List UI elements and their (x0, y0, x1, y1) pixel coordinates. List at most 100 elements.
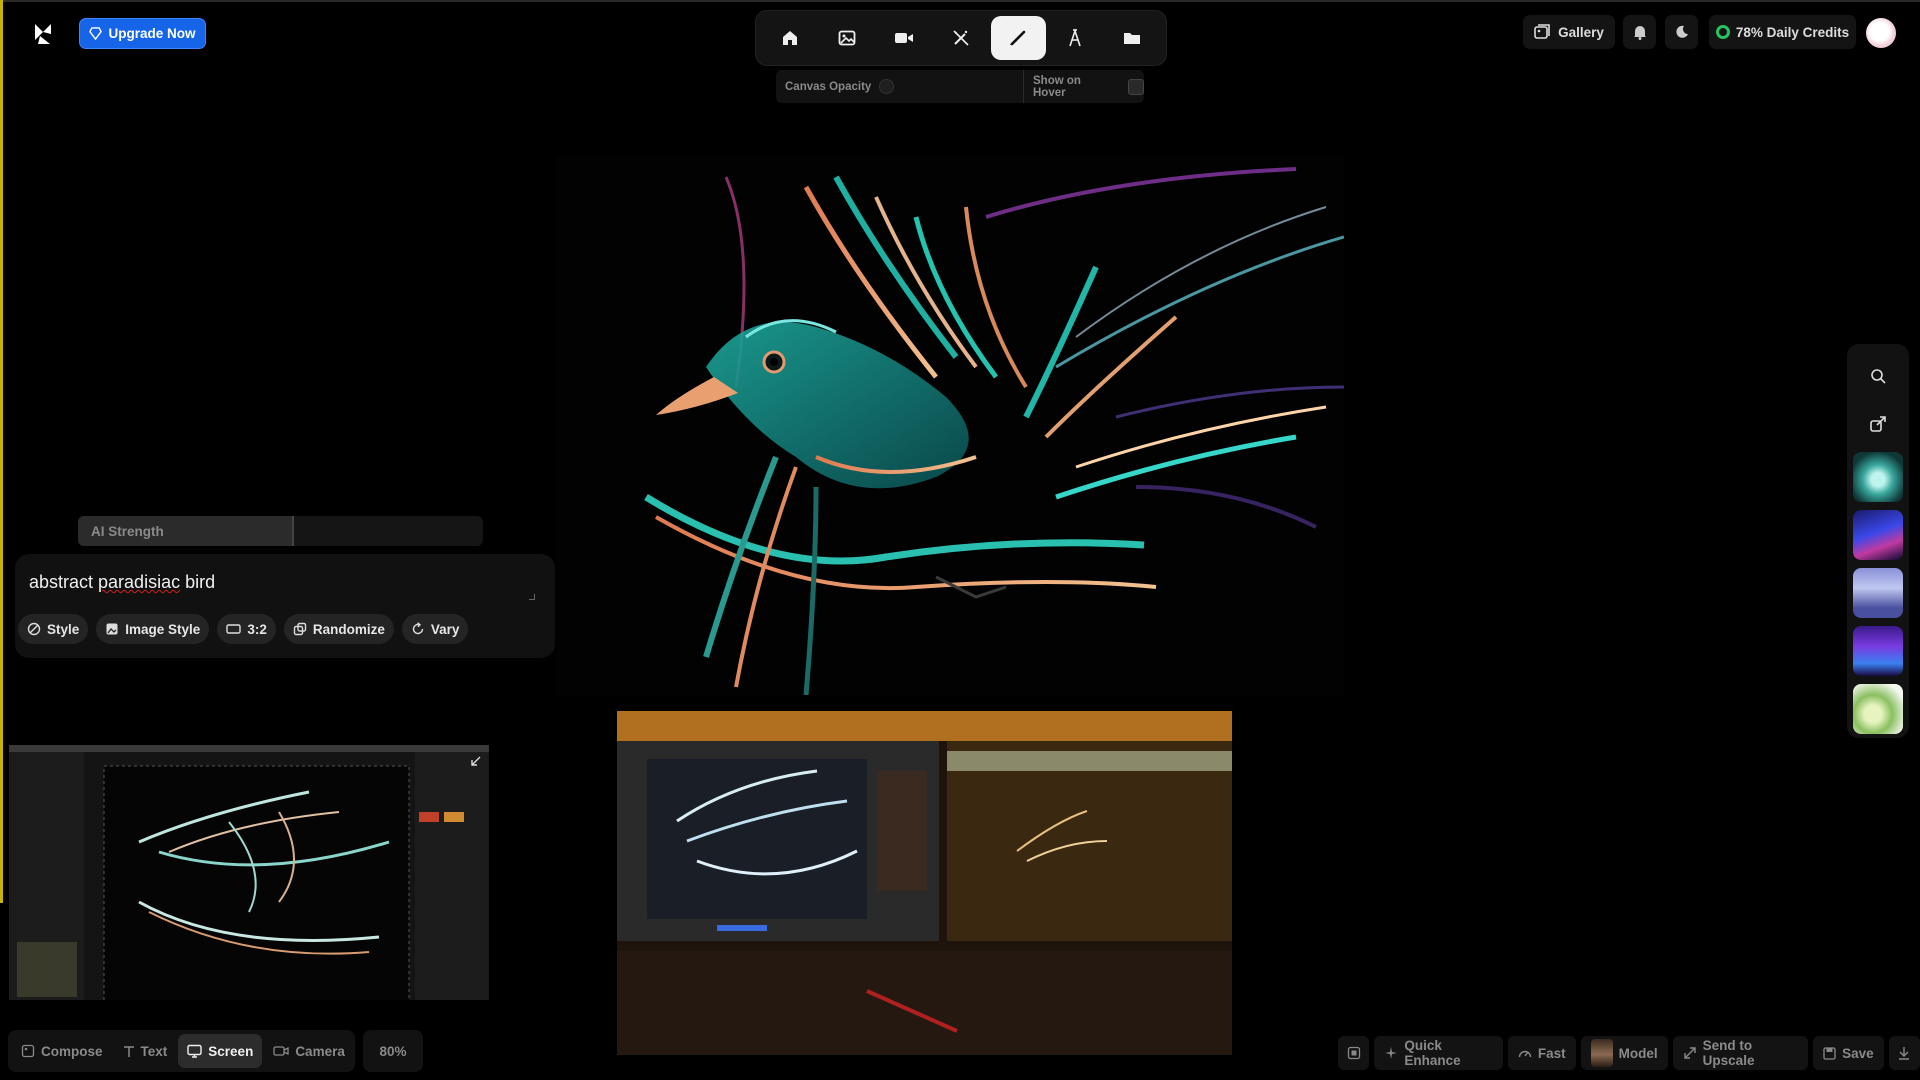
history-thumbnail[interactable] (1853, 684, 1903, 734)
home-icon (781, 29, 799, 47)
send-to-upscale-label: Send to Upscale (1702, 1038, 1755, 1068)
canvas-opacity-slider[interactable] (879, 79, 895, 94)
video-camera-icon (894, 30, 914, 46)
download-icon (1897, 1046, 1911, 1060)
download-button[interactable] (1888, 1036, 1920, 1070)
zoom-level-button[interactable]: 80% (363, 1030, 423, 1072)
tool-folder[interactable] (1105, 16, 1160, 60)
upgrade-now-button[interactable]: Upgrade Now (79, 18, 206, 49)
history-rail (1847, 344, 1909, 738)
expand-icon[interactable] (471, 756, 481, 766)
prompt-input[interactable]: abstract paradisiac bird (29, 572, 215, 593)
aspect-ratio-icon (226, 623, 242, 635)
speedometer-icon (1518, 1047, 1532, 1059)
sparkle-icon (1384, 1046, 1398, 1060)
mode-text[interactable]: Text (114, 1034, 177, 1068)
text-icon (123, 1045, 135, 1058)
show-on-hover-label: Show on Hover (1033, 74, 1081, 99)
save-label: Save (1842, 1045, 1874, 1061)
mode-camera[interactable]: Camera (264, 1034, 354, 1068)
theme-toggle-button[interactable] (1665, 15, 1698, 49)
quick-enhance-button[interactable]: Quick Enhance (1374, 1036, 1503, 1070)
ai-strength-fill: AI Strength (78, 516, 294, 546)
history-thumbnail[interactable] (1853, 510, 1903, 560)
image-style-label: Image Style (125, 621, 201, 637)
show-on-hover-checkbox[interactable] (1128, 78, 1144, 95)
magic-wand-icon (952, 29, 970, 47)
share-icon (1869, 415, 1887, 433)
prompt-text: abstract paradisiac bird (29, 572, 216, 592)
credits-label: 78% Daily Credits (1735, 24, 1850, 40)
compose-label: Compose (41, 1043, 103, 1059)
camera-icon (273, 1045, 289, 1057)
image-icon (838, 29, 856, 47)
tool-video[interactable] (876, 16, 931, 60)
compare-button[interactable] (1338, 1036, 1370, 1070)
rail-share-button[interactable] (1858, 404, 1898, 444)
window-top-edge (0, 0, 1920, 2)
tool-enhance[interactable] (933, 16, 988, 60)
folder-icon (1123, 30, 1141, 46)
prompt-panel: abstract paradisiac bird Style Image Sty… (15, 554, 555, 658)
model-avatar (1590, 1039, 1613, 1067)
compose-icon (21, 1044, 35, 1058)
image-style-button[interactable]: Image Style (96, 614, 210, 644)
quick-enhance-label: Quick Enhance (1404, 1038, 1461, 1068)
upscale-icon (1683, 1046, 1697, 1060)
image-style-icon (105, 622, 119, 636)
randomize-button[interactable]: Randomize (283, 614, 394, 644)
style-icon (27, 622, 41, 636)
screen-capture-preview[interactable] (9, 745, 489, 1000)
zoom-label: 80% (379, 1043, 407, 1059)
style-button[interactable]: Style (18, 614, 89, 644)
canvas-opacity-label: Canvas Opacity (785, 80, 872, 93)
window-left-edge (0, 0, 6, 903)
history-thumbnail[interactable] (1853, 452, 1903, 502)
generated-image[interactable] (556, 157, 1344, 695)
gallery-label: Gallery (1558, 24, 1604, 40)
tool-switcher (755, 10, 1167, 66)
daily-credits-indicator[interactable]: 78% Daily Credits (1709, 15, 1856, 49)
tool-text[interactable] (1048, 16, 1103, 60)
tool-draw[interactable] (990, 16, 1046, 60)
camera-preview[interactable] (617, 711, 1232, 1055)
save-icon (1823, 1046, 1836, 1060)
ai-strength-slider[interactable]: AI Strength (78, 516, 483, 546)
canvas-options-bar: Canvas Opacity Show on Hover (776, 70, 1144, 103)
mode-screen[interactable]: Screen (178, 1034, 263, 1068)
gallery-button[interactable]: Gallery (1523, 15, 1615, 49)
history-thumbnail[interactable] (1853, 626, 1903, 676)
resize-handle[interactable] (529, 594, 535, 600)
refresh-icon (411, 622, 425, 636)
history-thumbnail[interactable] (1853, 568, 1903, 618)
camera-label: Camera (295, 1043, 345, 1059)
fast-button[interactable]: Fast (1507, 1036, 1576, 1070)
misspelled-word: paradisiac (98, 572, 181, 592)
save-button[interactable]: Save (1813, 1036, 1884, 1070)
mode-compose[interactable]: Compose (12, 1034, 112, 1068)
send-to-upscale-button[interactable]: Send to Upscale (1672, 1036, 1809, 1070)
dice-icon (293, 622, 307, 636)
model-button[interactable]: Model (1580, 1036, 1668, 1070)
input-mode-bar: Compose Text Screen Camera (8, 1030, 355, 1072)
randomize-label: Randomize (312, 621, 385, 637)
moon-icon (1675, 25, 1689, 39)
notifications-button[interactable] (1623, 15, 1656, 49)
app-logo[interactable] (32, 22, 54, 46)
vary-button[interactable]: Vary (401, 614, 469, 644)
aspect-ratio-button[interactable]: 3:2 (217, 614, 276, 644)
aspect-ratio-label: 3:2 (247, 621, 267, 637)
tool-home[interactable] (762, 16, 817, 60)
model-label: Model (1618, 1045, 1658, 1061)
screen-label: Screen (208, 1043, 254, 1059)
user-avatar[interactable] (1866, 18, 1896, 48)
ai-strength-label: AI Strength (91, 523, 164, 539)
vary-label: Vary (430, 621, 460, 637)
tool-image[interactable] (819, 16, 874, 60)
search-icon (1870, 368, 1886, 384)
rail-search-button[interactable] (1858, 356, 1898, 396)
upgrade-label: Upgrade Now (108, 26, 196, 41)
style-label: Style (47, 621, 80, 637)
compare-icon (1347, 1046, 1361, 1060)
gallery-icon (1534, 24, 1550, 40)
